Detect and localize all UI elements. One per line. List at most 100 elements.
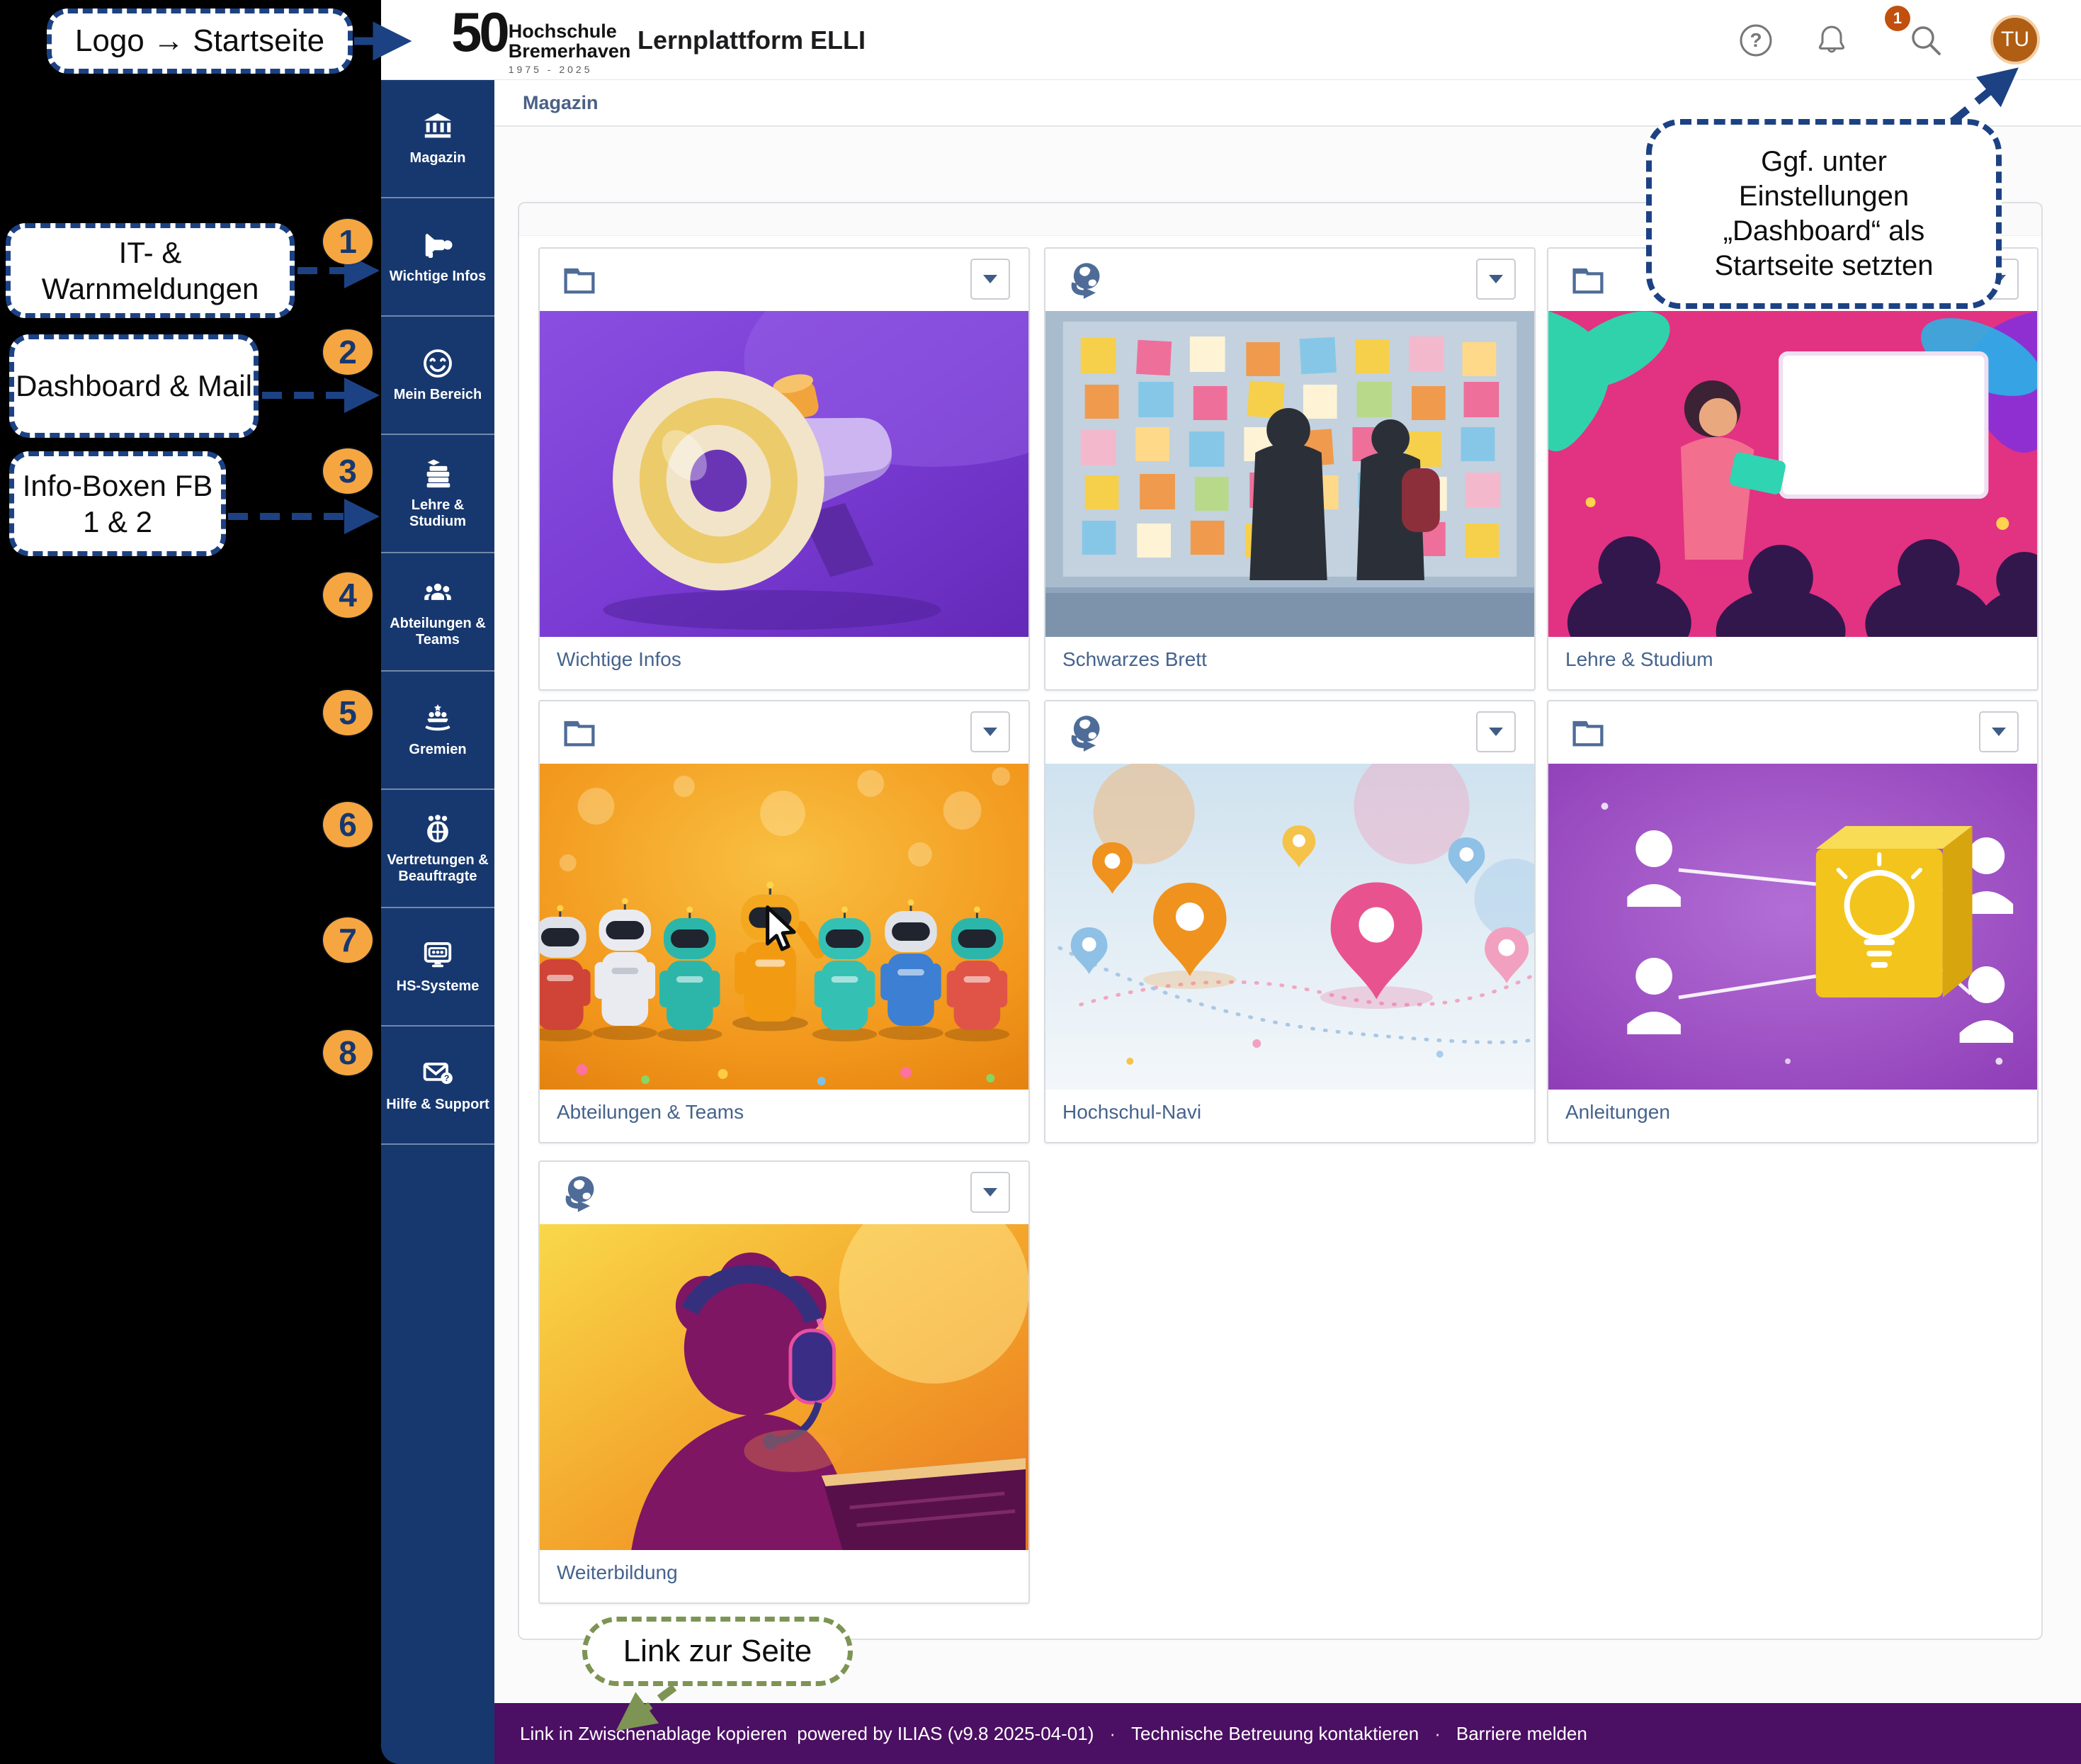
- annotation-number-5: 5: [323, 690, 373, 735]
- card-title[interactable]: Weiterbildung: [540, 1550, 1028, 1595]
- card-actions-dropdown[interactable]: [1476, 711, 1516, 752]
- card-weiterbildung[interactable]: Weiterbildung: [538, 1160, 1030, 1604]
- sidebar-item-wichtige-infos[interactable]: Wichtige Infos: [381, 198, 494, 317]
- card-header: [1045, 701, 1534, 764]
- app-header: 50 Hochschule Bremerhaven 1975 - 2025 Le…: [381, 0, 2081, 80]
- svg-text:?: ?: [444, 1073, 449, 1083]
- chevron-down-icon: [983, 275, 997, 283]
- sidebar-item-mein-bereich[interactable]: Mein Bereich: [381, 317, 494, 435]
- annotation-link-note: Link zur Seite: [582, 1617, 853, 1686]
- card-actions-dropdown[interactable]: [1979, 711, 2019, 752]
- card-lehre-studium[interactable]: Lehre & Studium: [1547, 247, 2039, 691]
- bank-icon: [421, 111, 454, 143]
- card-title[interactable]: Anleitungen: [1548, 1090, 2037, 1135]
- university-logo[interactable]: 50 Hochschule Bremerhaven 1975 - 2025: [451, 6, 630, 75]
- chevron-down-icon: [1489, 728, 1503, 736]
- chevron-down-icon: [983, 728, 997, 736]
- card-anleitungen[interactable]: Anleitungen: [1547, 700, 2039, 1143]
- card-actions-dropdown[interactable]: [970, 259, 1010, 300]
- card-image-presentation: [1548, 311, 2037, 637]
- sidebar-item-hs-systeme[interactable]: HS-Systeme: [381, 908, 494, 1027]
- card-title[interactable]: Abteilungen & Teams: [540, 1090, 1028, 1135]
- card-actions-dropdown[interactable]: [970, 711, 1010, 752]
- smiley-icon: [421, 347, 454, 380]
- card-title[interactable]: Wichtige Infos: [540, 637, 1028, 682]
- card-header: [540, 249, 1028, 311]
- footer-separator: ·: [1429, 1723, 1446, 1745]
- card-title[interactable]: Lehre & Studium: [1548, 637, 2037, 682]
- books-icon: [421, 458, 454, 490]
- annotation-number-7: 7: [323, 917, 373, 963]
- monitor-icon: [421, 939, 454, 971]
- card-image-headphones-learner: [540, 1224, 1028, 1550]
- committee-icon: [421, 702, 454, 735]
- sidebar-item-hilfe-support[interactable]: ? Hilfe & Support: [381, 1027, 494, 1145]
- mail-question-icon: ?: [421, 1057, 454, 1090]
- card-header: [1045, 249, 1534, 311]
- card-image-map-pins: [1045, 764, 1534, 1090]
- folder-icon: [560, 713, 599, 752]
- annotation-note-1: IT- & Warnmeldungen: [6, 223, 295, 318]
- card-title[interactable]: Schwarzes Brett: [1045, 637, 1534, 682]
- annotation-settings-note: Ggf. unter Einstellungen „Dashboard“ als…: [1646, 119, 2002, 309]
- card-schwarzes-brett[interactable]: Schwarzes Brett: [1044, 247, 1536, 691]
- breadcrumb[interactable]: Magazin: [523, 92, 599, 114]
- card-hochschul-navi[interactable]: Hochschul-Navi: [1044, 700, 1536, 1143]
- sidebar-item-vertretungen[interactable]: Vertretungen & Beauftragte: [381, 790, 494, 908]
- link-object-icon: [1065, 260, 1105, 300]
- chevron-down-icon: [983, 1188, 997, 1197]
- link-object-icon: [560, 1173, 599, 1213]
- sidebar-item-lehre-studium[interactable]: Lehre & Studium: [381, 435, 494, 553]
- sidebar-item-label: Abteilungen & Teams: [384, 616, 492, 648]
- sidebar-item-label: Hilfe & Support: [386, 1097, 489, 1113]
- sidebar-item-label: Wichtige Infos: [390, 268, 486, 285]
- search-icon[interactable]: [1908, 23, 1944, 58]
- mouse-cursor: [759, 904, 799, 954]
- card-title[interactable]: Hochschul-Navi: [1045, 1090, 1534, 1135]
- folder-icon: [560, 260, 599, 300]
- page-title: Lernplattform ELLI: [637, 26, 866, 55]
- annotation-number-6: 6: [323, 802, 373, 847]
- sidebar-item-label: Gremien: [409, 742, 466, 758]
- sidebar-item-magazin[interactable]: Magazin: [381, 80, 494, 198]
- card-header: [540, 1162, 1028, 1224]
- link-object-icon: [1065, 713, 1105, 752]
- chevron-down-icon: [1992, 728, 2006, 736]
- annotation-number-2: 2: [323, 329, 373, 375]
- annotation-number-8: 8: [323, 1030, 373, 1075]
- sidebar-item-abteilungen-teams[interactable]: Abteilungen & Teams: [381, 553, 494, 672]
- sidebar-item-label: Magazin: [410, 150, 466, 166]
- card-header: [540, 701, 1028, 764]
- card-actions-dropdown[interactable]: [970, 1172, 1010, 1213]
- annotation-note-2: Dashboard & Mail: [9, 334, 259, 438]
- chevron-down-icon: [1489, 275, 1503, 283]
- sidebar-item-label: Lehre & Studium: [384, 497, 492, 530]
- logo-wordmark: Hochschule Bremerhaven 1975 - 2025: [509, 21, 631, 75]
- card-image-megaphone: [540, 311, 1028, 637]
- copy-link-to-clipboard[interactable]: Link in Zwischenablage kopieren: [520, 1723, 787, 1745]
- annotation-logo-note: Logo → Startseite: [47, 9, 353, 74]
- globe-people-icon: [421, 813, 454, 845]
- notification-count-badge: 1: [1885, 6, 1910, 31]
- card-actions-dropdown[interactable]: [1476, 259, 1516, 300]
- footer-bar: Link in Zwischenablage kopieren powered …: [494, 1703, 2081, 1764]
- folder-icon: [1568, 260, 1608, 300]
- logo-50-text: 50: [451, 6, 507, 58]
- contact-support-link[interactable]: Technische Betreuung kontaktieren: [1131, 1723, 1419, 1745]
- annotation-number-3: 3: [323, 448, 373, 494]
- footer-separator: ·: [1104, 1723, 1121, 1745]
- annotation-note-3: Info-Boxen FB 1 & 2: [9, 451, 226, 556]
- card-image-sticky-notes: [1045, 311, 1534, 637]
- report-barrier-link[interactable]: Barriere melden: [1456, 1723, 1587, 1745]
- svg-text:?: ?: [1750, 29, 1762, 51]
- help-icon[interactable]: ?: [1738, 23, 1774, 58]
- notifications-bell-icon[interactable]: [1814, 23, 1849, 58]
- user-avatar[interactable]: TU: [1990, 15, 2040, 64]
- megaphone-icon: [421, 229, 454, 261]
- folder-icon: [1568, 713, 1608, 752]
- sidebar-item-label: Vertretungen & Beauftragte: [384, 852, 492, 885]
- card-wichtige-infos[interactable]: Wichtige Infos: [538, 247, 1030, 691]
- sidebar-item-label: HS-Systeme: [397, 978, 480, 995]
- sidebar: Magazin Wichtige Infos Mein Bereich Lehr…: [381, 80, 494, 1764]
- sidebar-item-gremien[interactable]: Gremien: [381, 672, 494, 790]
